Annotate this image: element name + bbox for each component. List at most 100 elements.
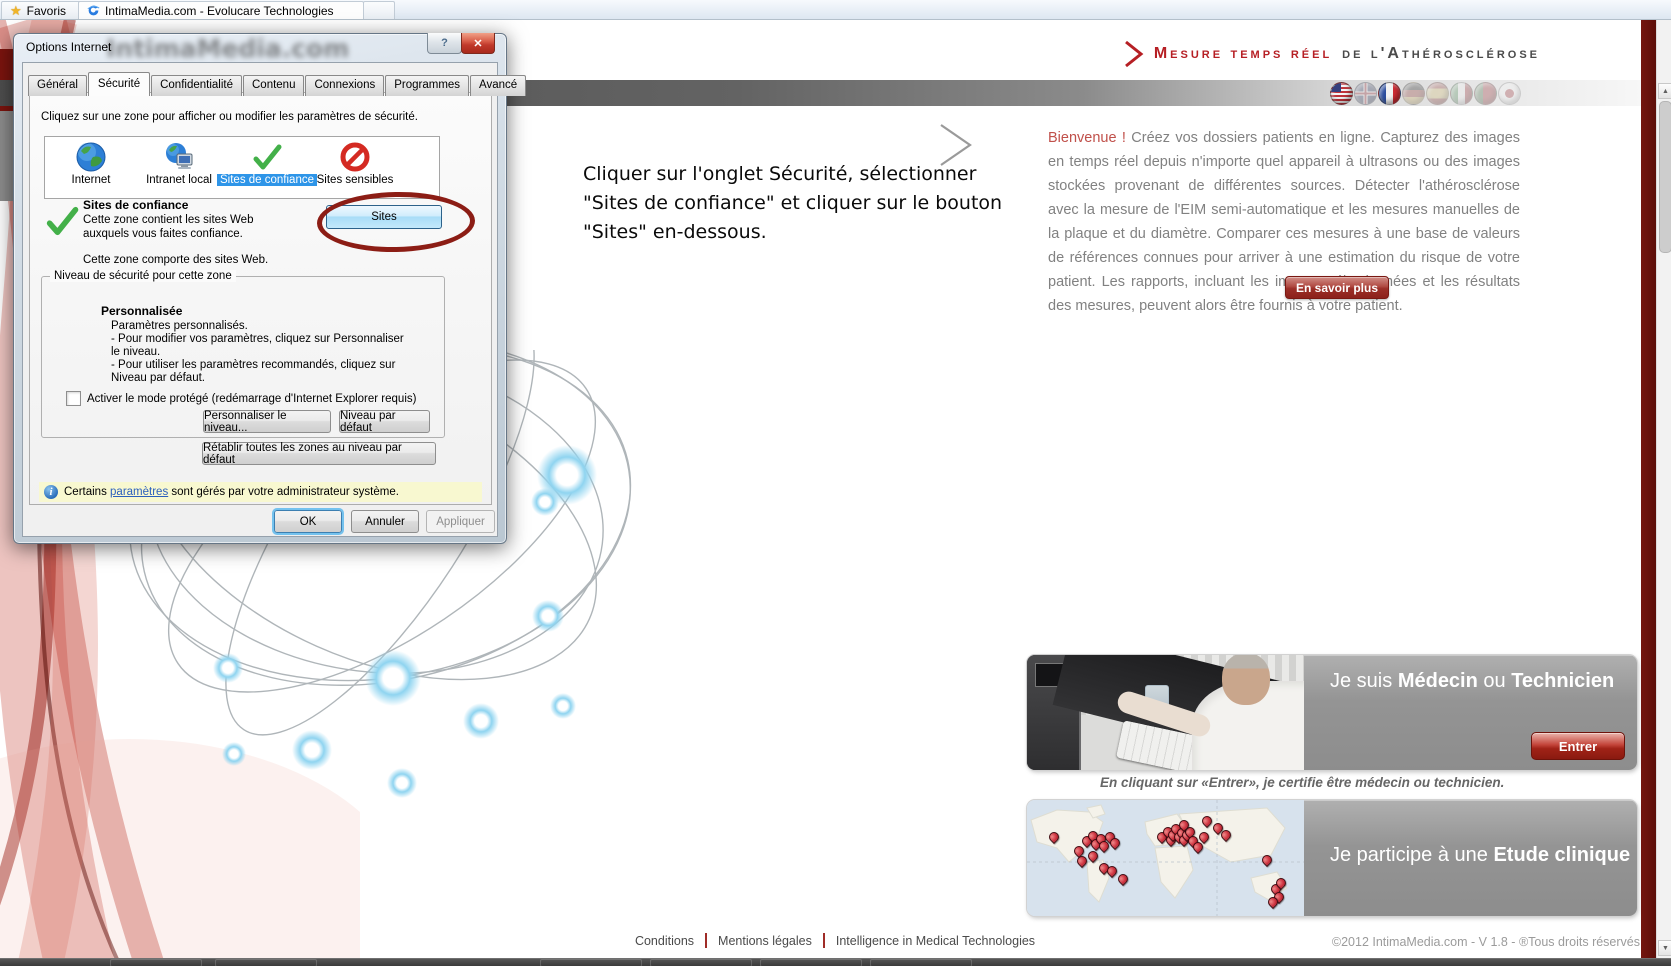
intranet-icon <box>163 141 195 173</box>
dialog-tab-strip: GénéralSécuritéConfidentialitéContenuCon… <box>28 71 527 95</box>
scroll-up-button[interactable]: ▲ <box>1658 83 1671 99</box>
footer-links: Conditions Mentions légales Intelligence i… <box>605 933 1065 948</box>
zone-item-3[interactable]: Sites sensibles <box>311 141 399 198</box>
sites-button[interactable]: Sites <box>326 205 442 229</box>
footer-separator <box>823 933 825 948</box>
reset-all-zones-button[interactable]: Rétablir toutes les zones au niveau par … <box>202 442 436 465</box>
world-map <box>1027 800 1304 916</box>
doctor-card-panel: Je suis Médecin ou Technicien Entrer <box>1304 655 1637 770</box>
welcome-paragraph: Bienvenue ! Créez vos dossiers patients … <box>1048 126 1520 318</box>
dialog-tab-1[interactable]: Sécurité <box>88 72 150 96</box>
page-tab-label: IntimaMedia.com - Evolucare Technologies <box>105 4 334 18</box>
admin-notice-text: Certains paramètres sont gérés par votre… <box>64 486 399 498</box>
level-line: - Pour utiliser les paramètres recommand… <box>111 359 404 372</box>
right-accent-stripe <box>1641 19 1656 966</box>
certify-caption: En cliquant sur «Entrer», je certifie êt… <box>1100 775 1504 790</box>
security-tab-page: Cliquez sur une zone pour afficher ou mo… <box>29 92 492 505</box>
clinical-card-title: Je participe à une Etude clinique <box>1330 844 1630 867</box>
fr-flag-icon[interactable] <box>1378 82 1401 105</box>
dialog-tab-4[interactable]: Connexions <box>305 75 384 96</box>
selected-zone-name: Sites de confiance <box>83 198 188 212</box>
taskbar-sliver <box>0 958 1671 966</box>
zone-label: Sites sensibles <box>314 174 397 186</box>
info-icon: i <box>44 485 58 499</box>
protected-mode-checkbox[interactable] <box>66 391 81 406</box>
tagline-rest: de l'Athérosclérose <box>1342 45 1540 63</box>
dialog-title: Options Internet <box>26 40 111 54</box>
clinical-study-card[interactable]: Je participe à une Etude clinique <box>1027 800 1637 916</box>
dialog-tab-3[interactable]: Contenu <box>243 75 304 96</box>
tagline-main: Mesure temps réel <box>1154 45 1332 63</box>
customize-level-button[interactable]: Personnaliser le niveau... <box>203 410 331 433</box>
globe-icon <box>75 141 107 173</box>
doctor-photo <box>1027 655 1304 770</box>
protected-mode-row: Activer le mode protégé (redémarrage d'I… <box>66 391 416 406</box>
dialog-tab-5[interactable]: Programmes <box>385 75 469 96</box>
uk-flag-icon[interactable] <box>1354 82 1377 105</box>
chevron-right-icon <box>1124 40 1144 68</box>
dialog-tab-2[interactable]: Confidentialité <box>151 75 242 96</box>
ie-icon <box>87 4 100 17</box>
footer-link-0[interactable]: Conditions <box>635 934 694 948</box>
page-tab[interactable]: IntimaMedia.com - Evolucare Technologies <box>78 1 364 19</box>
footer-separator <box>705 933 707 948</box>
instruction-text: Cliquer sur l'onglet Sécurité, sélection… <box>583 160 1015 247</box>
zone-hint: Cliquez sur une zone pour afficher ou mo… <box>41 111 418 123</box>
trusted-zone-check-icon <box>44 203 80 239</box>
dialog-close-button[interactable]: ✕ <box>461 33 495 54</box>
it-flag-icon[interactable] <box>1450 82 1473 105</box>
pt-flag-icon[interactable] <box>1474 82 1497 105</box>
zone-item-2[interactable]: Sites de confiance <box>223 141 311 198</box>
es-flag-icon[interactable] <box>1426 82 1449 105</box>
zone-label: Intranet local <box>143 174 215 186</box>
default-level-button[interactable]: Niveau par défaut <box>339 410 430 433</box>
clinical-card-panel: Je participe à une Etude clinique <box>1304 800 1637 916</box>
selected-zone-status: Cette zone comporte des sites Web. <box>83 254 268 266</box>
security-level-group-title: Niveau de sécurité pour cette zone <box>50 270 236 282</box>
zone-label: Sites de confiance <box>217 174 317 186</box>
internet-options-dialog: IntimaMedia.com Options Internet ? ✕ Gén… <box>13 33 507 544</box>
dialog-help-button[interactable]: ? <box>427 33 462 54</box>
entrer-button[interactable]: Entrer <box>1531 732 1625 760</box>
browser-tab-bar: ★ Favoris IntimaMedia.com - Evolucare Te… <box>0 0 1671 20</box>
welcome-lead: Bienvenue ! <box>1048 130 1126 146</box>
dialog-tab-0[interactable]: Général <box>28 75 87 96</box>
page-scrollbar[interactable]: ▲ ▼ <box>1656 19 1671 966</box>
zone-item-0[interactable]: Internet <box>47 141 135 198</box>
de-flag-icon[interactable] <box>1402 82 1425 105</box>
doctor-card[interactable]: Je suis Médecin ou Technicien Entrer <box>1027 655 1637 770</box>
page-logo-watermark: IntimaMedia.com <box>106 34 349 63</box>
footer-link-1[interactable]: Mentions légales <box>718 934 812 948</box>
dialog-body: GénéralSécuritéConfidentialitéContenuCon… <box>22 62 498 537</box>
zone-item-1[interactable]: Intranet local <box>135 141 223 198</box>
us-flag-icon[interactable] <box>1330 82 1353 105</box>
screen: ▲ ▼ ★ Favoris IntimaMedia.com - Evolucar… <box>0 0 1671 966</box>
scroll-down-button[interactable]: ▼ <box>1658 940 1671 956</box>
footer-link-2[interactable]: Intelligence in Medical Technologies <box>836 934 1035 948</box>
scroll-thumb[interactable] <box>1659 101 1671 253</box>
star-icon: ★ <box>10 4 22 17</box>
apply-button: Appliquer <box>426 510 495 533</box>
favorites-tab-label: Favoris <box>27 4 66 18</box>
level-line: Paramètres personnalisés. <box>111 320 404 333</box>
cancel-button[interactable]: Annuler <box>351 510 419 533</box>
new-tab-stub[interactable] <box>363 1 395 19</box>
learn-more-button[interactable]: En savoir plus <box>1285 276 1389 299</box>
trusted-check-icon <box>251 141 283 173</box>
dialog-tab-6[interactable]: Avancé <box>470 75 526 96</box>
restricted-icon <box>339 141 371 173</box>
doctor-card-title: Je suis Médecin ou Technicien <box>1330 670 1614 693</box>
security-level-group: Niveau de sécurité pour cette zone Perso… <box>41 276 445 438</box>
level-line: Niveau par défaut. <box>111 372 404 385</box>
jp-flag-icon[interactable] <box>1498 82 1521 105</box>
level-line: le niveau. <box>111 346 404 359</box>
level-line: - Pour modifier vos paramètres, cliquez … <box>111 333 404 346</box>
favorites-tab[interactable]: ★ Favoris <box>1 1 81 19</box>
site-tagline: Mesure temps réel de l'Athérosclérose <box>1124 40 1540 68</box>
admin-notice: i Certains paramètres sont gérés par vot… <box>39 482 482 502</box>
parametres-link[interactable]: paramètres <box>110 486 168 498</box>
protected-mode-label: Activer le mode protégé (redémarrage d'I… <box>87 393 416 405</box>
security-level-name: Personnalisée <box>101 304 182 318</box>
welcome-body: Créez vos dossiers patients en ligne. Ca… <box>1048 130 1520 314</box>
ok-button[interactable]: OK <box>274 510 342 533</box>
